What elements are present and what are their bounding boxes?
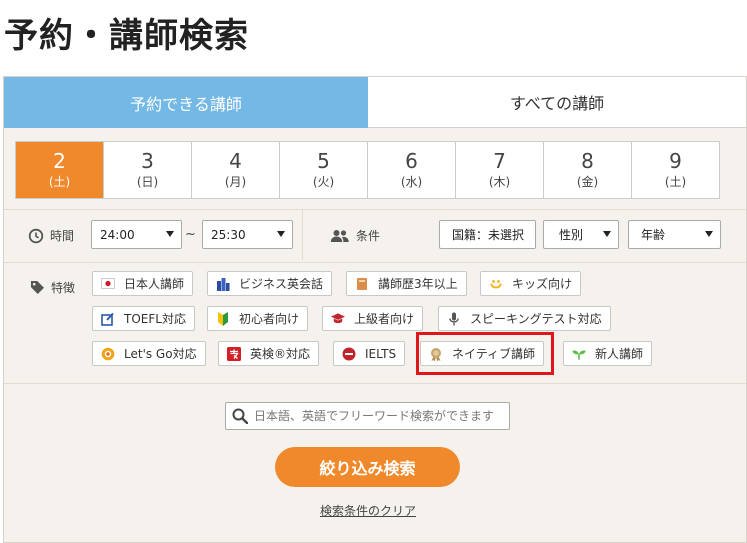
lets-go-icon	[101, 347, 115, 361]
feature-chip-beginner[interactable]: 初心者向け	[207, 306, 309, 331]
tag-icon	[31, 281, 44, 294]
divider	[4, 209, 746, 210]
nationality-select[interactable]: 国籍：未選択	[439, 220, 536, 249]
chevron-down-icon	[603, 231, 611, 237]
feature-chip-toefl[interactable]: TOEFL対応	[92, 306, 195, 331]
page-title: 予約・講師検索	[4, 16, 249, 56]
filter-search-button[interactable]: 絞り込み検索	[275, 447, 460, 487]
building-icon	[216, 277, 230, 291]
beginner-mark-icon	[216, 311, 230, 326]
features-label: 特徴	[30, 279, 75, 296]
tab-bar: 予約できる講師 すべての講師	[4, 77, 746, 128]
eiken-icon	[227, 346, 241, 361]
users-icon	[330, 229, 349, 242]
day-cell[interactable]: 9 (土)	[631, 142, 719, 198]
day-cell[interactable]: 3 (日)	[103, 142, 191, 198]
time-label: 時間	[28, 227, 74, 244]
feature-chip-eiken[interactable]: 英検®対応	[218, 341, 320, 366]
day-cell[interactable]: 7 (木)	[455, 142, 543, 198]
feature-chip-advanced[interactable]: 上級者向け	[322, 306, 424, 331]
search-box[interactable]	[225, 402, 510, 430]
smile-icon	[489, 277, 503, 291]
graduation-cap-icon	[331, 312, 345, 326]
end-time-select[interactable]: 25:30	[202, 220, 293, 249]
chevron-down-icon	[166, 231, 174, 237]
divider	[302, 210, 303, 260]
feature-chip-business-english[interactable]: ビジネス英会話	[207, 271, 333, 296]
feature-chip-japanese-teacher[interactable]: 日本人講師	[92, 271, 194, 296]
feature-chip-speaking-test[interactable]: スピーキングテスト対応	[438, 306, 611, 331]
microphone-icon	[447, 312, 461, 326]
day-cell[interactable]: 5 (火)	[279, 142, 367, 198]
gender-select[interactable]: 性別	[543, 220, 619, 249]
conditions-label: 条件	[330, 227, 380, 244]
sprout-icon	[572, 347, 586, 361]
chevron-down-icon	[705, 231, 713, 237]
date-selector: 2 (土) 3 (日) 4 (月) 5 (火) 6 (水) 7 (木) 8 (金) 9 (土)	[15, 141, 720, 199]
edit-icon	[101, 312, 115, 326]
divider	[4, 262, 746, 263]
highlight-box	[416, 332, 554, 375]
tab-available-teachers[interactable]: 予約できる講師	[4, 77, 368, 128]
search-icon	[232, 408, 248, 424]
day-cell[interactable]: 8 (金)	[543, 142, 631, 198]
age-select[interactable]: 年齢	[628, 220, 721, 249]
day-cell[interactable]: 2 (土)	[16, 142, 103, 198]
tab-all-teachers[interactable]: すべての講師	[368, 77, 746, 128]
feature-chip-new-teacher[interactable]: 新人講師	[563, 341, 653, 366]
feature-chip-lets-go[interactable]: Let's Go対応	[92, 341, 206, 366]
feature-chip-ielts[interactable]: IELTS	[333, 341, 406, 366]
day-cell[interactable]: 6 (水)	[367, 142, 455, 198]
divider	[4, 383, 746, 384]
search-input[interactable]	[254, 409, 504, 423]
time-separator: ~	[185, 227, 196, 242]
feature-chip-kids[interactable]: キッズ向け	[480, 271, 582, 296]
feature-chip-experienced-teacher[interactable]: 講師歴3年以上	[346, 271, 467, 296]
clear-conditions-link[interactable]: 検索条件のクリア	[320, 502, 416, 519]
start-time-select[interactable]: 24:00	[91, 220, 182, 249]
day-cell[interactable]: 4 (月)	[191, 142, 279, 198]
book-icon	[355, 277, 369, 291]
ielts-icon	[342, 347, 356, 361]
japan-flag-icon	[101, 277, 115, 291]
chevron-down-icon	[277, 231, 285, 237]
clock-icon	[28, 228, 44, 243]
